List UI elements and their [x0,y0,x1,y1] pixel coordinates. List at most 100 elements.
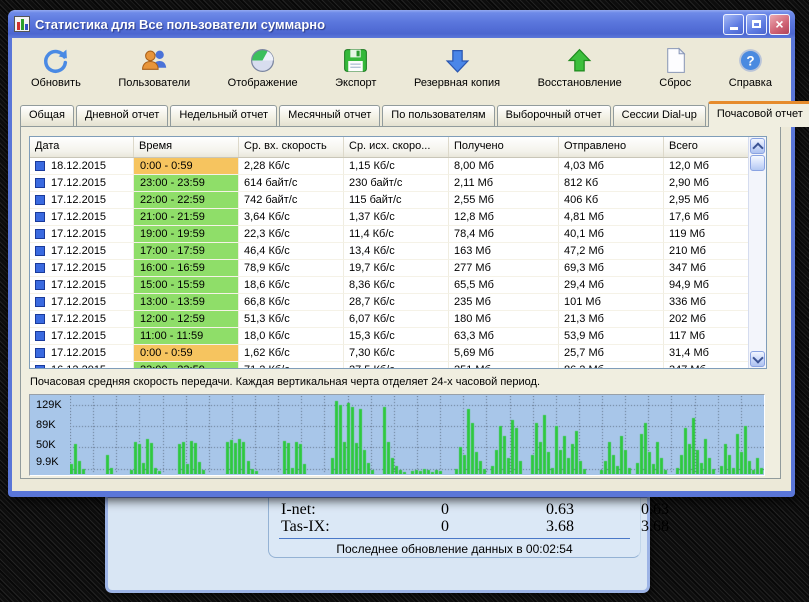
cell-time: 15:00 - 15:59 [134,277,239,294]
cell-received: 235 Мб [449,294,559,311]
cell-date: 17.12.2015 [51,330,107,342]
tab-item[interactable]: Недельный отчет [170,105,278,126]
table-row[interactable]: 17.12.2015 15:00 - 15:59 18,6 Кб/с 8,36 Кб/… [30,277,766,294]
scroll-down-button[interactable] [750,351,765,367]
cell-sent: 406 Кб [559,192,664,209]
cell-sent: 47,2 Мб [559,243,664,260]
table-row[interactable]: 17.12.2015 11:00 - 11:59 18,0 Кб/с 15,3 Кб/… [30,328,766,345]
cell-time: 0:00 - 0:59 [134,345,239,362]
column-header-sent[interactable]: Отправлено [559,137,664,157]
export-button[interactable]: Экспорт [330,44,381,91]
tab-item[interactable]: Сессии Dial-up [612,105,706,126]
cell-out-speed: 1,15 Кб/с [344,158,449,175]
table-row[interactable]: 17.12.2015 12:00 - 12:59 51,3 Кб/с 6,07 Кб/… [30,311,766,328]
traffic-value: 3.68 [546,518,574,535]
cell-received: 2,11 Мб [449,175,559,192]
cell-sent: 40,1 Мб [559,226,664,243]
y-axis-tick: 129K [36,399,62,411]
scroll-up-button[interactable] [750,138,765,154]
close-button[interactable]: × [769,13,790,35]
bar-chart-icon [14,16,30,32]
cell-date: 17.12.2015 [51,313,107,325]
table-row[interactable]: 17.12.2015 17:00 - 17:59 46,4 Кб/с 13,4 Кб/… [30,243,766,260]
window-client-area: Обновить Пользователи Отображение Экспор… [12,38,809,491]
cell-in-speed: 2,28 Кб/с [239,158,344,175]
statistics-window: Статистика для Все пользователи суммарно… [8,10,809,497]
table-row[interactable]: 17.12.2015 19:00 - 19:59 22,3 Кб/с 11,4 Кб/… [30,226,766,243]
cell-time: 13:00 - 13:59 [134,294,239,311]
cell-received: 65,5 Мб [449,277,559,294]
tab-item[interactable]: Дневной отчет [75,105,169,126]
column-header-time[interactable]: Время [134,137,239,157]
cell-time: 21:00 - 21:59 [134,209,239,226]
row-bullet-icon [35,212,45,222]
column-header-in-speed[interactable]: Ср. вх. скорость [239,137,344,157]
table-row[interactable]: 17.12.2015 22:00 - 22:59 742 байт/с 115 бай… [30,192,766,209]
column-header-total[interactable]: Всего [664,137,749,157]
cell-out-speed: 1,37 Кб/с [344,209,449,226]
chevron-up-icon [751,141,764,154]
vertical-scrollbar[interactable] [748,137,766,368]
cell-out-speed: 28,7 Кб/с [344,294,449,311]
restore-button[interactable]: Восстановление [533,44,627,91]
scrollbar-thumb[interactable] [750,155,765,171]
table-row[interactable]: 17.12.2015 21:00 - 21:59 3,64 Кб/с 1,37 Кб/… [30,209,766,226]
cell-out-speed: 13,4 Кб/с [344,243,449,260]
tab-item[interactable]: Общая [20,105,74,126]
refresh-button[interactable]: Обновить [26,44,86,91]
toolbar-label: Экспорт [335,77,377,89]
cell-in-speed: 614 байт/с [239,175,344,192]
title-bar[interactable]: Статистика для Все пользователи суммарно… [8,10,795,38]
backup-button[interactable]: Резервная копия [409,44,505,91]
cell-received: 163 Мб [449,243,559,260]
traffic-label: Tas-IX: [281,518,330,535]
cell-in-speed: 22,3 Кб/с [239,226,344,243]
column-header-received[interactable]: Получено [449,137,559,157]
column-header-date[interactable]: Дата [30,137,134,157]
tab-item[interactable]: По пользователям [382,105,495,126]
minimize-button[interactable] [723,13,744,35]
tab-item[interactable]: Месячный отчет [279,105,381,126]
cell-total: 2,90 Мб [664,175,749,192]
cell-in-speed: 3,64 Кб/с [239,209,344,226]
cell-time: 0:00 - 0:59 [134,158,239,175]
cell-date: 17.12.2015 [51,211,107,223]
table-row[interactable]: 17.12.2015 0:00 - 0:59 1,62 Кб/с 7,30 Кб/с 5… [30,345,766,362]
row-bullet-icon [35,331,45,341]
column-header-out-speed[interactable]: Ср. исх. скоро... [344,137,449,157]
cell-out-speed: 19,7 Кб/с [344,260,449,277]
row-bullet-icon [35,246,45,256]
cell-date: 17.12.2015 [51,245,107,257]
cell-time: 11:00 - 11:59 [134,328,239,345]
table-row[interactable]: 16.12.2015 23:00 - 23:5971,2 Кб/с27,5 Кб/… [30,362,766,368]
backup-down-arrow-icon [445,50,469,73]
cell-sent: 86,2 Мб [559,362,664,368]
toolbar-label: Сброс [659,77,692,89]
cell-sent: 101 Мб [559,294,664,311]
users-button[interactable]: Пользователи [113,44,195,91]
cell-total: 12,0 Мб [664,158,749,175]
status-window[interactable]: I-net: 0 0.63 0.63 Tas-IX: 0 3.68 3.68 П… [105,494,669,593]
cell-in-speed: 71,2 Кб/с [239,362,344,368]
table-row[interactable]: 17.12.2015 13:00 - 13:59 66,8 Кб/с 28,7 Кб/… [30,294,766,311]
help-button[interactable]: ? Справка [724,44,777,91]
chevron-down-icon [751,351,764,364]
display-button[interactable]: Отображение [223,44,303,91]
cell-received: 180 Мб [449,311,559,328]
cell-in-speed: 78,9 Кб/с [239,260,344,277]
tab-active[interactable]: Почасовой отчет [707,101,809,127]
reset-button[interactable]: Сброс [654,44,696,91]
table-row[interactable]: 17.12.2015 16:00 - 16:59 78,9 Кб/с 19,7 Кб/… [30,260,766,277]
maximize-button[interactable] [746,13,767,35]
traffic-value: 0.63 [641,501,669,518]
cell-sent: 69,3 Мб [559,260,664,277]
tab-item[interactable]: Выборочный отчет [496,105,611,126]
cell-received: 63,3 Мб [449,328,559,345]
table-row[interactable]: 18.12.2015 0:00 - 0:59 2,28 Кб/с 1,15 Кб/с 8… [30,158,766,175]
cell-in-speed: 46,4 Кб/с [239,243,344,260]
toolbar-label: Отображение [227,77,298,89]
table-header: Дата Время Ср. вх. скорость Ср. исх. ско… [30,137,766,158]
cell-out-speed: 115 байт/с [344,192,449,209]
table-row[interactable]: 17.12.2015 23:00 - 23:59 614 байт/с 230 бай… [30,175,766,192]
cell-time: 22:00 - 22:59 [134,192,239,209]
